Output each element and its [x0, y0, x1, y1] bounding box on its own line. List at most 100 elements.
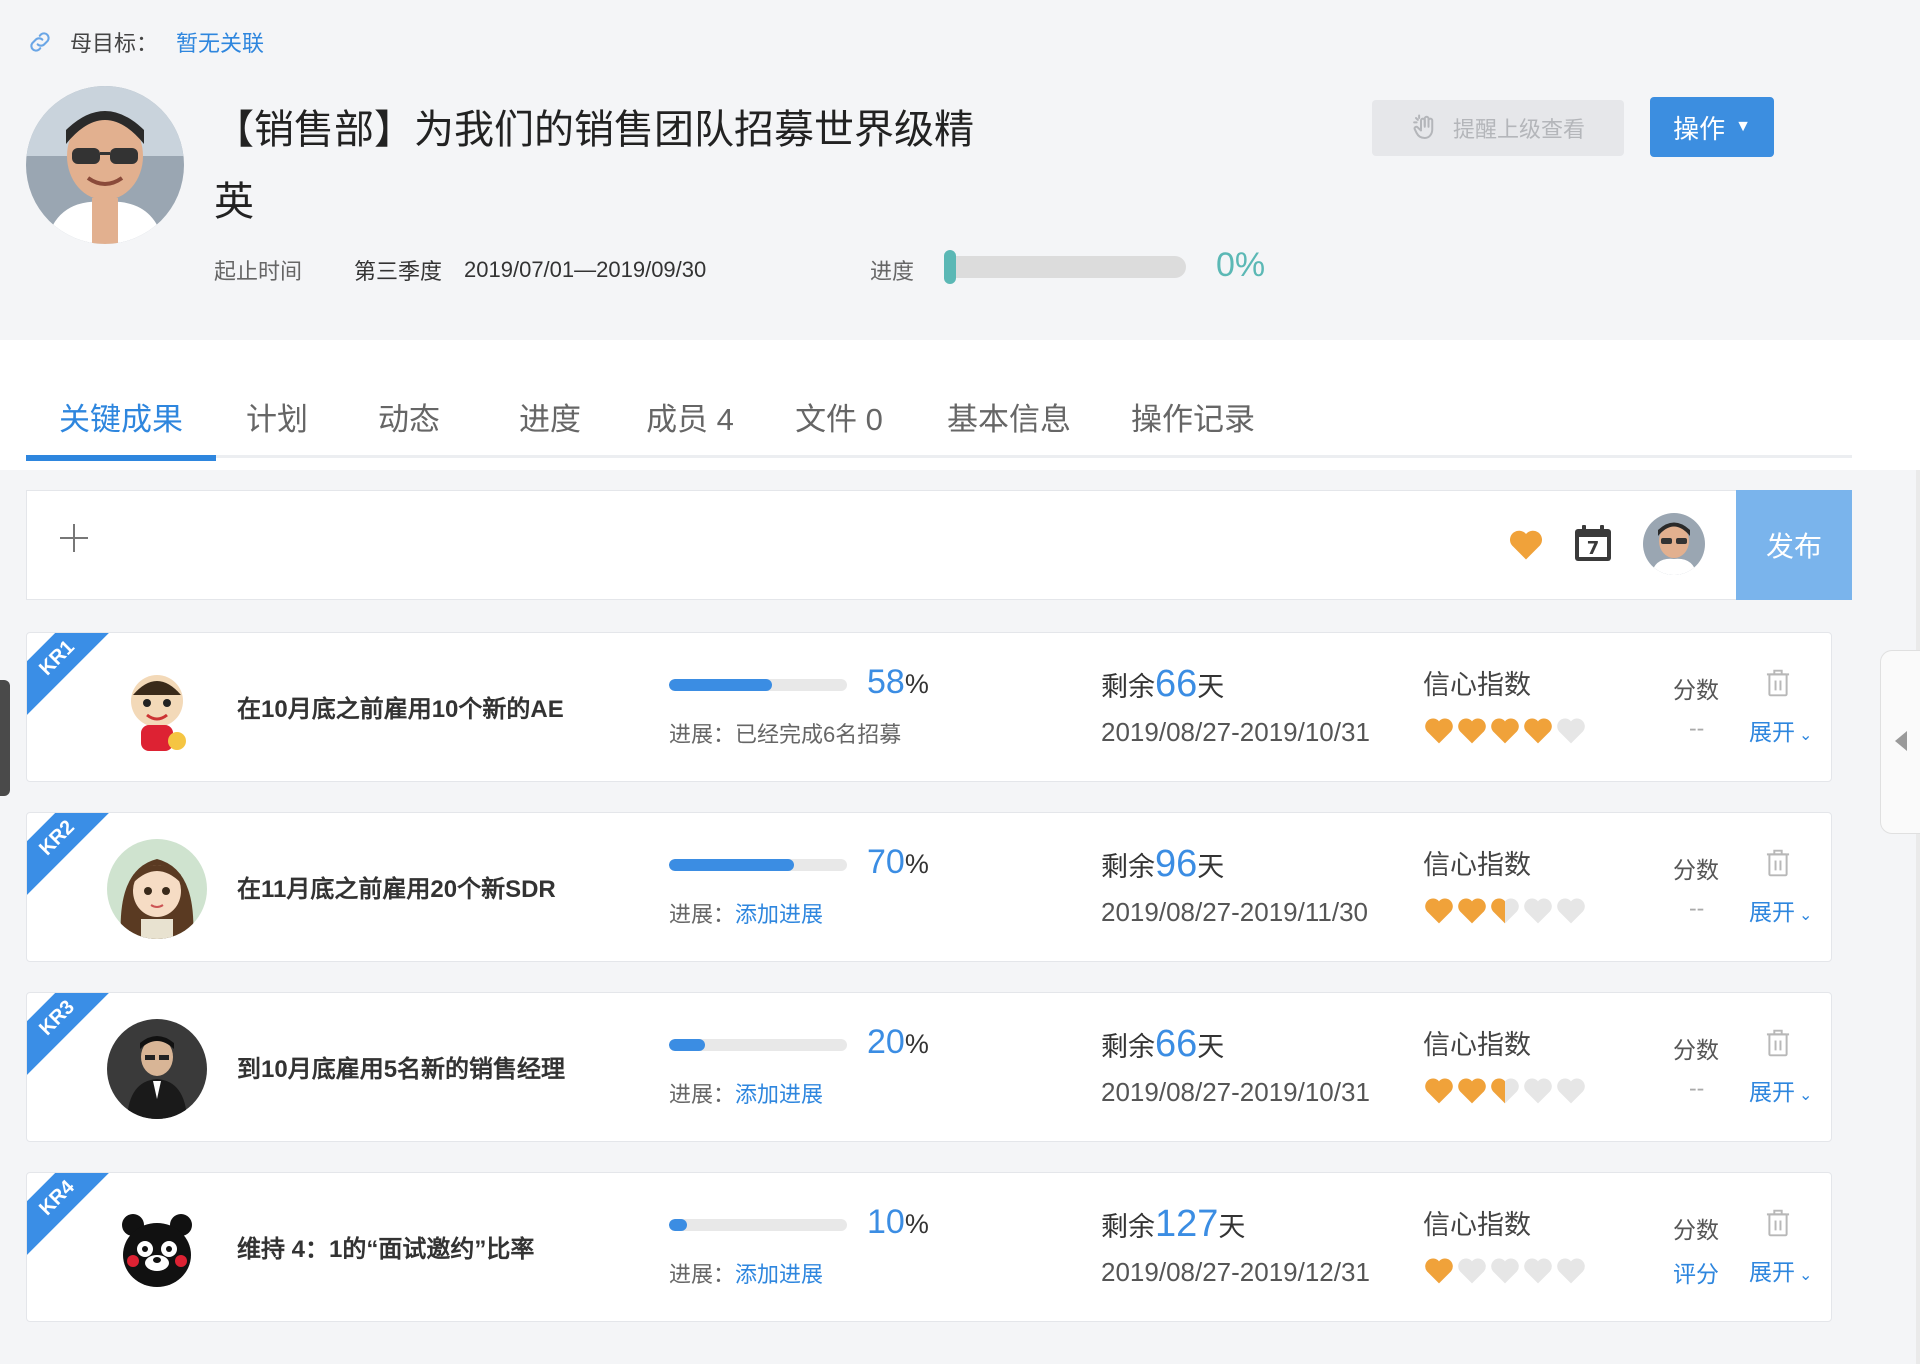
tab-3[interactable]: 进度 — [480, 400, 620, 458]
trash-icon[interactable] — [1763, 667, 1793, 699]
tab-4[interactable]: 成员 4 — [620, 400, 760, 458]
kr-confidence-hearts[interactable] — [1423, 895, 1588, 925]
add-progress-link[interactable]: 添加进展 — [735, 1262, 823, 1287]
expand-link[interactable]: 展开 ⌄ — [1749, 893, 1812, 927]
operate-dropdown-button[interactable]: 操作 ▼ — [1650, 97, 1774, 157]
kr-progress-percent: 10% — [867, 1203, 929, 1241]
rate-score-link[interactable]: 评分 — [1673, 1255, 1719, 1289]
expand-link[interactable]: 展开 ⌄ — [1749, 1073, 1812, 1107]
heart-empty-icon — [1491, 1258, 1519, 1284]
kr-score-label: 分数 — [1673, 857, 1719, 883]
kr-confidence-hearts[interactable] — [1423, 1075, 1588, 1105]
chevron-down-icon: ⌄ — [1799, 1267, 1813, 1284]
heart-empty-icon — [1524, 1078, 1552, 1104]
heart-empty-icon — [1458, 1258, 1486, 1284]
chevron-down-icon: ⌄ — [1799, 907, 1813, 924]
objective-meta: 起止时间 第三季度 2019/07/01—2019/09/30 进度 0% — [214, 246, 1265, 286]
add-progress-link[interactable]: 添加进展 — [735, 902, 823, 927]
parent-label: 母目标： — [70, 31, 159, 56]
kr-card[interactable]: KR4 维持 4：1的“面试邀约”比率 10% 进展：添加进展 剩余127天 2019/0… — [26, 1172, 1832, 1322]
quarter-label: 第三季度 — [354, 259, 443, 284]
tab-2[interactable]: 动态 — [338, 400, 480, 458]
kr-title[interactable]: 在11月底之前雇用20个新SDR — [237, 869, 556, 904]
heart-half-icon — [1491, 898, 1519, 924]
kr-confidence-label: 信心指数 — [1423, 670, 1531, 700]
remind-superior-button[interactable]: 提醒上级查看 — [1372, 100, 1624, 156]
kr-progress-note: 进展：添加进展 — [669, 902, 824, 927]
kr-date-range: 2019/08/27-2019/10/31 — [1101, 1077, 1370, 1107]
parent-objective-row: 母目标： 暂无关联 — [26, 26, 264, 58]
objective-progress-bar — [944, 250, 1186, 284]
objective-progress-knob — [944, 250, 956, 284]
right-drawer-toggle[interactable] — [1880, 650, 1920, 834]
heart-empty-icon — [1524, 898, 1552, 924]
link-icon — [30, 32, 50, 52]
hand-wave-icon — [1413, 114, 1434, 140]
heart-full-icon — [1458, 1078, 1486, 1104]
left-collapse-handle[interactable] — [0, 680, 10, 796]
kr-progress-percent: 70% — [867, 843, 929, 881]
kr-card[interactable]: KR2 在11月底之前雇用20个新SDR 70% 进展：添加进展 剩余96天 2019/0… — [26, 812, 1832, 962]
tab-6[interactable]: 基本信息 — [918, 400, 1100, 458]
progress-label: 进度 — [870, 259, 915, 284]
expand-link[interactable]: 展开 ⌄ — [1749, 1253, 1812, 1287]
tab-7[interactable]: 操作记录 — [1100, 400, 1286, 458]
kr-days-remaining: 剩余96天 — [1101, 843, 1225, 885]
kr-progress-bar — [669, 679, 847, 691]
kr-score-label: 分数 — [1673, 677, 1719, 703]
kr-score-value: -- — [1689, 1075, 1705, 1101]
tab-1[interactable]: 计划 — [216, 400, 338, 458]
calendar-icon[interactable]: 7 — [1573, 523, 1613, 568]
heart-full-icon — [1491, 718, 1519, 744]
kr-progress-note: 进展：已经完成6名招募 — [669, 722, 902, 747]
publish-button[interactable]: 发布 — [1736, 490, 1852, 600]
heart-full-icon — [1425, 898, 1453, 924]
calendar-day: 7 — [1587, 538, 1600, 559]
kr-score-value: -- — [1689, 715, 1705, 741]
kr-owner-avatar[interactable] — [107, 1199, 207, 1299]
chevron-left-icon — [1895, 731, 1907, 751]
kr-owner-avatar[interactable] — [107, 1019, 207, 1119]
kr-progress-fill — [669, 679, 773, 691]
kr-owner-avatar[interactable] — [107, 659, 207, 759]
kr-card[interactable]: KR3 到10月底雇用5名新的销售经理 20% 进展：添加进展 剩余66天 2019/08… — [26, 992, 1832, 1142]
kr-confidence-hearts[interactable] — [1423, 715, 1588, 745]
kr-date-range: 2019/08/27-2019/11/30 — [1101, 897, 1368, 927]
kr-score-label: 分数 — [1673, 1037, 1719, 1063]
kr-days-remaining: 剩余66天 — [1101, 663, 1225, 705]
kr-progress-note: 进展：添加进展 — [669, 1082, 824, 1107]
add-progress-link[interactable]: 添加进展 — [735, 1082, 823, 1107]
heart-icon[interactable] — [1507, 527, 1545, 561]
kr-card[interactable]: KR1 在10月底之前雇用10个新的AE 58% 进展：已经完成6名招募 剩余66天 20… — [26, 632, 1832, 782]
heart-empty-icon — [1557, 898, 1585, 924]
kr-title[interactable]: 在10月底之前雇用10个新的AE — [237, 689, 564, 724]
kr-progress-fill — [669, 1039, 705, 1051]
tab-5[interactable]: 文件 0 — [760, 400, 918, 458]
heart-empty-icon — [1557, 718, 1585, 744]
update-composer: 7 发布 — [26, 490, 1852, 600]
kr-confidence-hearts[interactable] — [1423, 1255, 1588, 1285]
kr-owner-avatar[interactable] — [107, 839, 207, 939]
trash-icon[interactable] — [1763, 1207, 1793, 1239]
expand-link[interactable]: 展开 ⌄ — [1749, 713, 1812, 747]
tab-0[interactable]: 关键成果 — [26, 400, 216, 461]
chevron-down-icon: ⌄ — [1799, 727, 1813, 744]
date-range: 2019/07/01—2019/09/30 — [464, 257, 707, 282]
kr-title[interactable]: 维持 4：1的“面试邀约”比率 — [237, 1229, 534, 1264]
plus-icon[interactable] — [57, 521, 91, 555]
heart-full-icon — [1524, 718, 1552, 744]
kr-title[interactable]: 到10月底雇用5名新的销售经理 — [237, 1049, 565, 1084]
heart-empty-icon — [1557, 1258, 1585, 1284]
parent-value-link[interactable]: 暂无关联 — [176, 26, 264, 58]
trash-icon[interactable] — [1763, 847, 1793, 879]
kr-progress-percent: 20% — [867, 1023, 929, 1061]
heart-full-icon — [1458, 898, 1486, 924]
heart-half-icon — [1491, 1078, 1519, 1104]
tab-bar: 关键成果 计划 动态 进度 成员 4 文件 0 基本信息 操作记录 — [26, 400, 1852, 461]
tab-bar-area: 关键成果 计划 动态 进度 成员 4 文件 0 基本信息 操作记录 — [0, 340, 1920, 470]
mention-avatar[interactable] — [1643, 513, 1705, 575]
owner-avatar[interactable] — [26, 86, 184, 244]
objective-progress-percent: 0% — [1216, 246, 1266, 284]
kr-days-remaining: 剩余127天 — [1101, 1203, 1246, 1245]
trash-icon[interactable] — [1763, 1027, 1793, 1059]
